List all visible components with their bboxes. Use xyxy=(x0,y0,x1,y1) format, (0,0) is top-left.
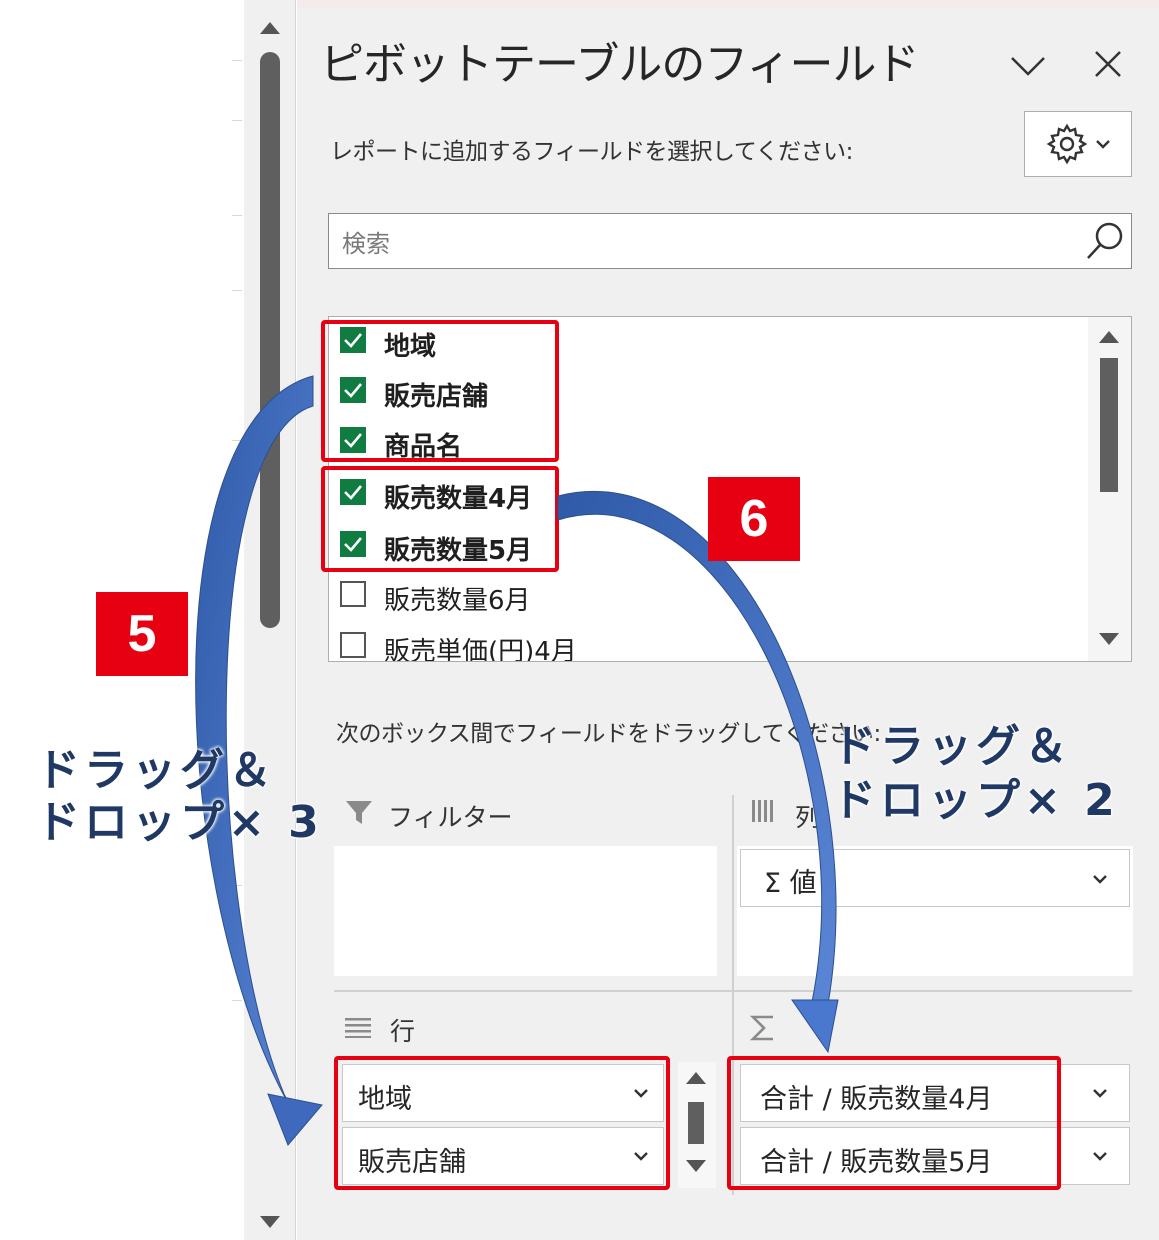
callout-right-line2: ドロップ× 2 xyxy=(832,775,1119,826)
step-badge-5: 5 xyxy=(96,592,188,676)
step-badge-6: 6 xyxy=(708,477,800,561)
arrow-to-values xyxy=(557,490,837,1005)
callout-left-line2: ドロップ× 3 xyxy=(36,797,323,848)
arrow-head-values xyxy=(791,999,839,1054)
arrow-head-rows xyxy=(267,1093,323,1146)
